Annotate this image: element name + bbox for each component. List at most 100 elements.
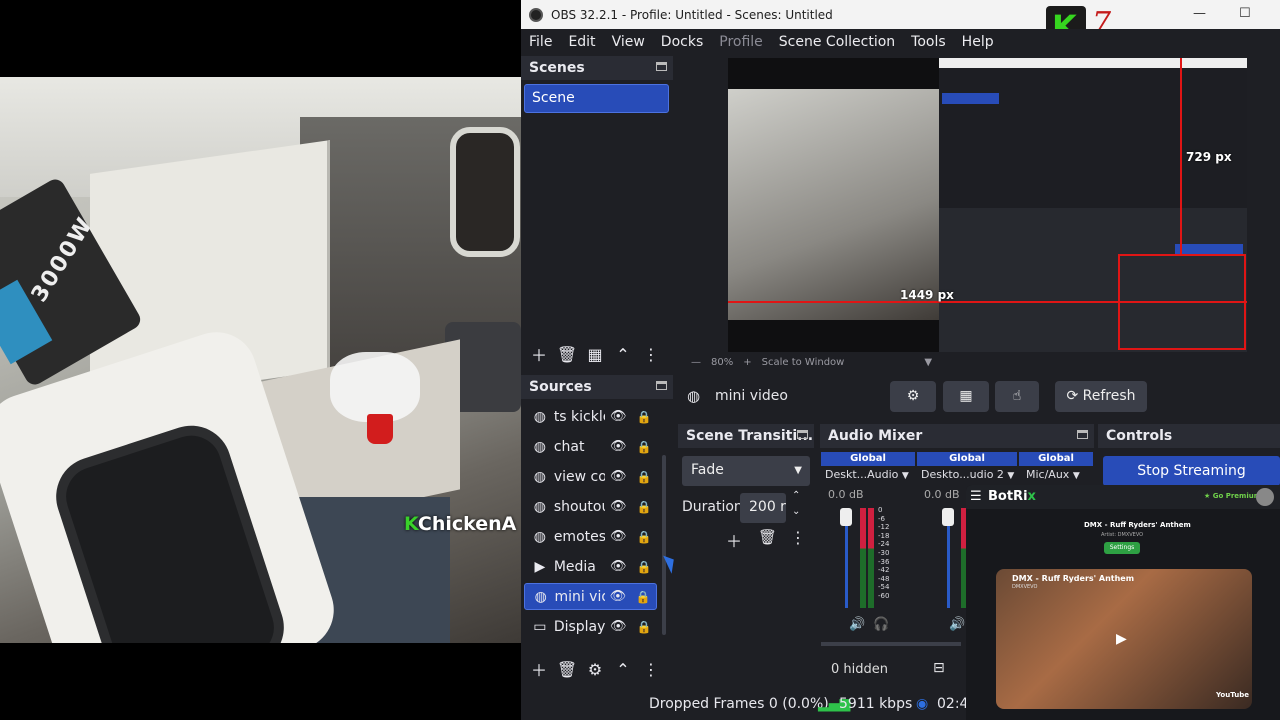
source-item[interactable]: ◍ view cou👁🔒 (524, 463, 657, 490)
menu-edit[interactable]: Edit (568, 34, 595, 50)
botrix-overlay: ☰ BotRix ★ Go Premium DMX - Ruff Ryders'… (966, 485, 1280, 720)
mixer-layout-button[interactable]: ⊟ (933, 660, 945, 676)
lock-icon[interactable]: 🔒 (631, 500, 657, 514)
spin-down-icon[interactable]: ⌄ (792, 506, 800, 517)
lock-icon[interactable]: 🔒 (631, 410, 657, 424)
duration-input[interactable]: 200 r (740, 493, 786, 523)
remove-transition-button[interactable]: 🗑 (758, 528, 777, 546)
lock-icon[interactable]: 🔒 (631, 560, 657, 574)
interact-hand-icon[interactable]: ☝ (995, 381, 1039, 412)
transitions-title: Scene Transiti... (686, 428, 814, 444)
mixer-head-global: Global (917, 452, 1017, 466)
refresh-button[interactable]: ⟳ Refresh (1055, 381, 1147, 412)
minimize-button[interactable]: — (1193, 6, 1206, 21)
visibility-eye-icon[interactable]: 👁 (605, 589, 630, 604)
source-item[interactable]: ▭ Display 👁 🔒 (524, 613, 657, 640)
float-icon[interactable] (797, 430, 808, 439)
width-measurement-label: 1449 px (900, 288, 954, 302)
zoom-out-button[interactable]: — (691, 357, 701, 368)
properties-gear-icon[interactable]: ⚙ (890, 381, 936, 412)
lock-icon[interactable]: 🔒 (631, 590, 656, 604)
mixer-hscrollbar[interactable] (821, 642, 961, 646)
float-icon[interactable] (656, 62, 667, 71)
spin-up-icon[interactable]: ⌃ (792, 490, 800, 501)
mixer-device-desktop-audio[interactable]: Deskt...Audio ▼ (825, 466, 915, 484)
move-scene-up-button[interactable]: ⌃ (609, 345, 637, 364)
remove-source-button[interactable]: 🗑 (553, 660, 581, 679)
preview-canvas[interactable]: 1449 px 729 px (728, 58, 1247, 352)
source-item-selected[interactable]: ◍ mini vid 👁 🔒 (524, 583, 657, 610)
visibility-eye-icon[interactable]: 👁 (605, 439, 631, 454)
lock-icon[interactable]: 🔒 (631, 530, 657, 544)
dropped-frames: Dropped Frames 0 (0.0%) (649, 696, 829, 712)
visibility-eye-icon[interactable]: 👁 (605, 409, 631, 424)
lock-icon[interactable]: 🔒 (631, 440, 657, 454)
video-channel: DMXVEVO (1012, 584, 1038, 590)
remove-scene-button[interactable]: 🗑 (553, 345, 581, 364)
scene-item[interactable]: Scene (524, 84, 669, 113)
source-item[interactable]: ◍ chat 👁 🔒 (524, 433, 657, 460)
filters-button[interactable]: ▦ (943, 381, 989, 412)
scene-more-button[interactable]: ⋮ (637, 345, 665, 364)
scale-tick: 0 (878, 506, 883, 514)
chevron-down-icon: ▼ (1072, 471, 1080, 481)
user-avatar[interactable] (1256, 488, 1274, 506)
sources-scrollbar[interactable] (662, 455, 666, 635)
visibility-eye-icon[interactable]: 👁 (605, 529, 631, 544)
chevron-down-icon: ▼ (901, 471, 909, 481)
globe-icon: ◍ (534, 588, 547, 605)
lock-icon[interactable]: 🔒 (631, 470, 657, 484)
headphones-icon[interactable]: 🎧 (873, 617, 889, 632)
menu-help[interactable]: Help (962, 34, 994, 50)
channel-db: 0.0 dB (924, 488, 960, 501)
move-source-up-button[interactable]: ⌃ (609, 660, 637, 679)
speaker-icon[interactable]: 🔊 (849, 617, 865, 632)
transition-more-button[interactable]: ⋮ (790, 528, 806, 547)
stop-streaming-button[interactable]: Stop Streaming (1103, 456, 1280, 486)
selected-source-bounding-box[interactable] (1118, 254, 1246, 350)
visibility-eye-icon[interactable]: 👁 (605, 469, 631, 484)
video-title: DMX - Ruff Ryders' Anthem (1012, 574, 1135, 583)
source-item[interactable]: ◍ shoutou 👁 🔒 (524, 493, 657, 520)
add-source-button[interactable]: ＋ (525, 657, 553, 681)
menu-profile[interactable]: Profile (719, 34, 763, 50)
botrix-logo: BotRix (988, 489, 1036, 504)
chevron-down-icon[interactable]: ▼ (924, 357, 932, 368)
botrix-settings-button[interactable]: Settings (1104, 542, 1140, 554)
mixer-device-mic-aux[interactable]: Mic/Aux ▼ (1026, 466, 1094, 484)
scenes-dock-title: Scenes (521, 56, 673, 80)
visibility-eye-icon[interactable]: 👁 (605, 499, 631, 514)
menu-tools[interactable]: Tools (911, 34, 946, 50)
float-icon[interactable] (656, 381, 667, 390)
menu-view[interactable]: View (612, 34, 645, 50)
scale-mode-select[interactable]: Scale to Window (762, 357, 845, 368)
source-more-button[interactable]: ⋮ (637, 660, 665, 679)
float-icon[interactable] (1077, 430, 1088, 439)
visibility-eye-icon[interactable]: 👁 (605, 559, 631, 574)
maximize-button[interactable]: ☐ (1239, 6, 1251, 21)
controls-title: Controls (1106, 428, 1173, 444)
source-item[interactable]: ◍ ts kickle👁🔒 (524, 403, 657, 430)
speaker-icon[interactable]: 🔊 (949, 617, 965, 632)
transition-select[interactable]: Fade ▼ (682, 456, 810, 486)
menu-docks[interactable]: Docks (661, 34, 703, 50)
menu-file[interactable]: File (529, 34, 552, 50)
source-item[interactable]: ▶ Media 👁 🔒 (524, 553, 657, 580)
volume-fader-handle[interactable] (840, 508, 852, 526)
lock-icon[interactable]: 🔒 (631, 620, 657, 634)
go-premium-link[interactable]: ★ Go Premium (1204, 492, 1261, 500)
add-scene-button[interactable]: ＋ (525, 342, 553, 366)
menu-scene-collection[interactable]: Scene Collection (779, 34, 895, 50)
add-transition-button[interactable]: ＋ (726, 528, 742, 552)
source-item[interactable]: ◍ emotes 👁 🔒 (524, 523, 657, 550)
volume-fader-handle[interactable] (942, 508, 954, 526)
play-icon[interactable]: ▶ (1116, 631, 1127, 647)
nested-scene-item (942, 93, 999, 104)
obs-app-icon (529, 7, 543, 22)
mixer-device-desktop-audio-2[interactable]: Deskto...udio 2 ▼ (921, 466, 1019, 484)
hamburger-menu-icon[interactable]: ☰ (970, 489, 982, 504)
scene-filters-button[interactable]: ▦ (581, 345, 609, 364)
zoom-in-button[interactable]: + (743, 357, 751, 368)
source-properties-gear-icon[interactable]: ⚙ (581, 660, 609, 679)
visibility-eye-icon[interactable]: 👁 (605, 619, 631, 634)
